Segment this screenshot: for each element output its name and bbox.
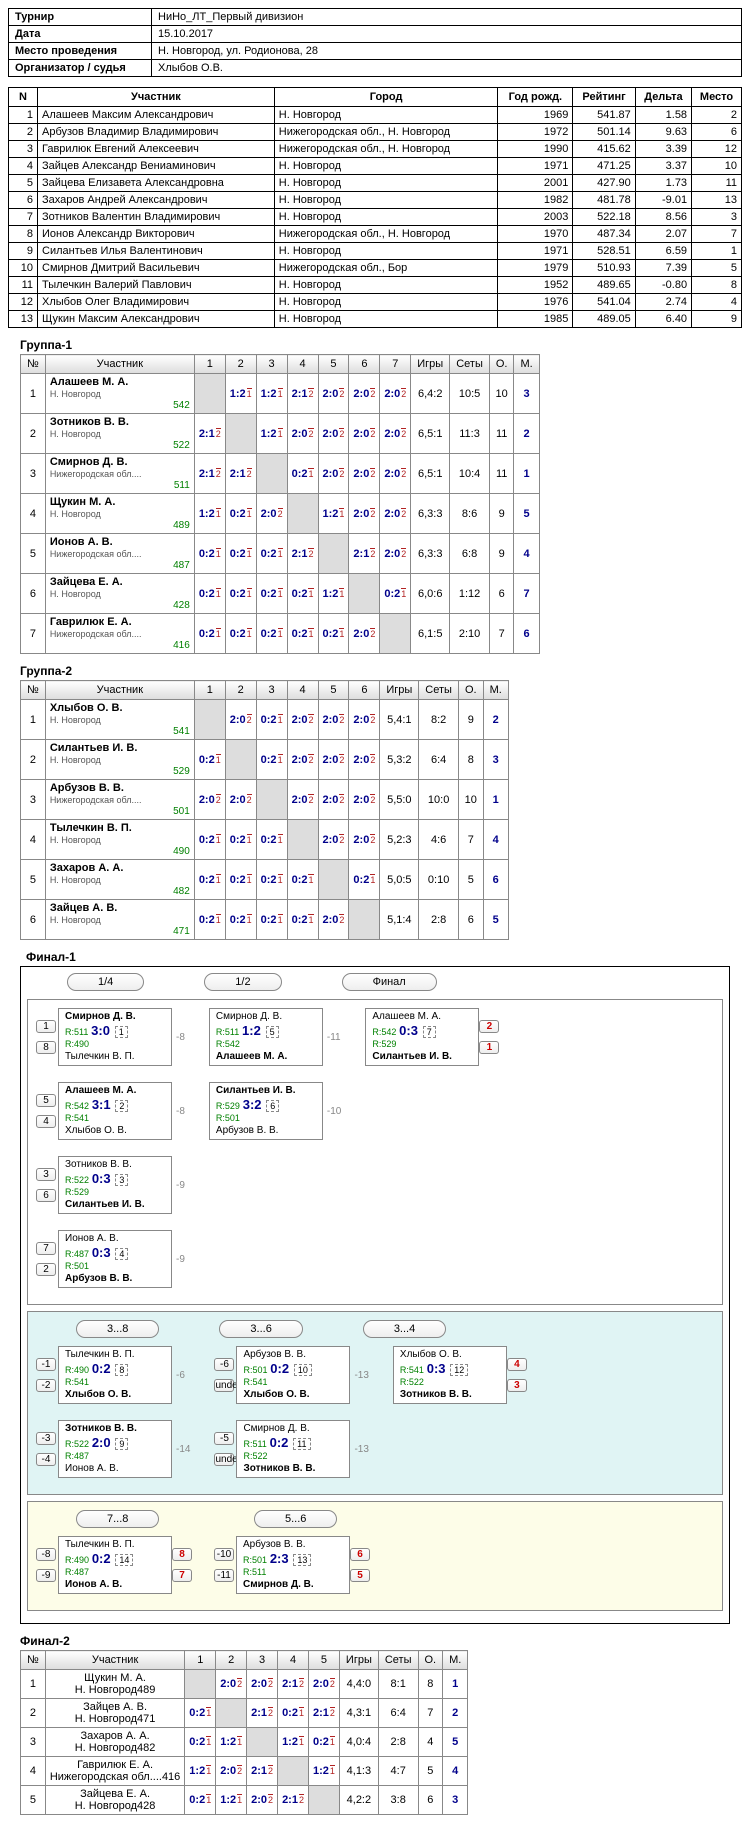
participant-row: 1Алашеев Максим АлександровичН. Новгород… <box>9 107 742 124</box>
final1-title: Финал-1 <box>26 950 742 964</box>
bracket-match: -10-11Арбузов В. В.R:501 2:3 13R:511Смир… <box>214 1536 372 1594</box>
participants-table: NУчастникГород Год рожд.РейтингДельтаМес… <box>8 87 742 328</box>
group-row: 4Тылечкин В. П.Н. Новгород4900:210:210:2… <box>21 820 509 860</box>
participant-row: 3Гаврилюк Евгений АлексеевичНижегородска… <box>9 141 742 158</box>
bracket-match: Хлыбов О. В.R:541 0:3 12R:522Зотников В.… <box>393 1346 529 1404</box>
bracket-match: -5undefinedСмирнов Д. В.R:511 0:2 11R:52… <box>214 1420 372 1478</box>
final2-row: 2Зайцев А. В.Н. Новгород4710:212:120:212… <box>21 1699 468 1728</box>
bracket-match: 72Ионов А. В.R:487 0:3 4R:501Арбузов В. … <box>36 1230 189 1288</box>
participant-row: 11Тылечкин Валерий ПавловичН. Новгород19… <box>9 277 742 294</box>
participant-row: 4Зайцев Александр ВениаминовичН. Новгоро… <box>9 158 742 175</box>
participant-row: 2Арбузов Владимир ВладимировичНижегородс… <box>9 124 742 141</box>
group-row: 3Арбузов В. В.Нижегородская обл....5012:… <box>21 780 509 820</box>
tournament-info: ТурнирНиНо_ЛТ_Первый дивизион Дата15.10.… <box>8 8 742 77</box>
bracket-match: Алашеев М. А.R:542 0:3 7R:529Силантьев И… <box>365 1008 501 1066</box>
final2-row: 5Зайцева Е. А.Н. Новгород4280:211:212:02… <box>21 1786 468 1815</box>
group-table: №Участник123456ИгрыСетыО.М.1Хлыбов О. В.… <box>20 680 509 940</box>
bracket-match: -8-9Тылечкин В. П.R:490 0:2 14R:487Ионов… <box>36 1536 194 1594</box>
bracket-match: 54Алашеев М. А.R:542 3:1 2R:541Хлыбов О.… <box>36 1082 189 1140</box>
group-table: №Участник1234567ИгрыСетыО.М.1Алашеев М. … <box>20 354 540 654</box>
final1-bracket: 1/4 1/2 Финал 18Смирнов Д. В.R:511 3:0 1… <box>20 966 730 1624</box>
final2-row: 3Захаров А. А.Н. Новгород4820:211:211:21… <box>21 1728 468 1757</box>
participant-row: 5Зайцева Елизавета АлександровнаН. Новго… <box>9 175 742 192</box>
participant-row: 12Хлыбов Олег ВладимировичН. Новгород197… <box>9 294 742 311</box>
participant-row: 8Ионов Александр ВикторовичНижегородская… <box>9 226 742 243</box>
group-row: 6Зайцев А. В.Н. Новгород4710:210:210:210… <box>21 900 509 940</box>
participant-row: 9Силантьев Илья ВалентиновичН. Новгород1… <box>9 243 742 260</box>
group-row: 1Хлыбов О. В.Н. Новгород5412:020:212:022… <box>21 700 509 740</box>
participant-row: 7Зотников Валентин ВладимировичН. Новгор… <box>9 209 742 226</box>
group-row: 6Зайцева Е. А.Н. Новгород4280:210:210:21… <box>21 574 540 614</box>
group-row: 4Щукин М. А.Н. Новгород4891:210:212:021:… <box>21 494 540 534</box>
group-row: 2Силантьев И. В.Н. Новгород5290:210:212:… <box>21 740 509 780</box>
final2-title: Финал-2 <box>20 1634 742 1648</box>
final2-table: №Участник12345ИгрыСетыО.М.1Щукин М. А.Н.… <box>20 1650 468 1815</box>
bracket-match: 36Зотников В. В.R:522 0:3 3R:529Силантье… <box>36 1156 189 1214</box>
bracket-match: -6undefinedАрбузов В. В.R:501 0:2 10R:54… <box>214 1346 372 1404</box>
bracket-match: -3-4Зотников В. В.R:522 2:0 9R:487Ионов … <box>36 1420 194 1478</box>
final2-row: 4Гаврилюк Е. А.Нижегородская обл....4161… <box>21 1757 468 1786</box>
group-row: 3Смирнов Д. В.Нижегородская обл....5112:… <box>21 454 540 494</box>
group-row: 5Захаров А. А.Н. Новгород4820:210:210:21… <box>21 860 509 900</box>
group-row: 5Ионов А. В.Нижегородская обл....4870:21… <box>21 534 540 574</box>
bracket-match: 18Смирнов Д. В.R:511 3:0 1R:490Тылечкин … <box>36 1008 189 1066</box>
group-row: 1Алашеев М. А.Н. Новгород5421:211:212:12… <box>21 374 540 414</box>
final2-row: 1Щукин М. А.Н. Новгород4892:022:022:122:… <box>21 1670 468 1699</box>
participant-row: 13Щукин Максим АлександровичН. Новгород1… <box>9 311 742 328</box>
group-row: 7Гаврилюк Е. А.Нижегородская обл....4160… <box>21 614 540 654</box>
participant-row: 6Захаров Андрей АлександровичН. Новгород… <box>9 192 742 209</box>
bracket-match: -1-2Тылечкин В. П.R:490 0:2 8R:541Хлыбов… <box>36 1346 194 1404</box>
participant-row: 10Смирнов Дмитрий ВасильевичНижегородска… <box>9 260 742 277</box>
bracket-match: Смирнов Д. В.R:511 1:2 5R:542Алашеев М. … <box>209 1008 345 1066</box>
group-row: 2Зотников В. В.Н. Новгород5222:121:212:0… <box>21 414 540 454</box>
bracket-match: Силантьев И. В.R:529 3:2 6R:501Арбузов В… <box>209 1082 345 1140</box>
